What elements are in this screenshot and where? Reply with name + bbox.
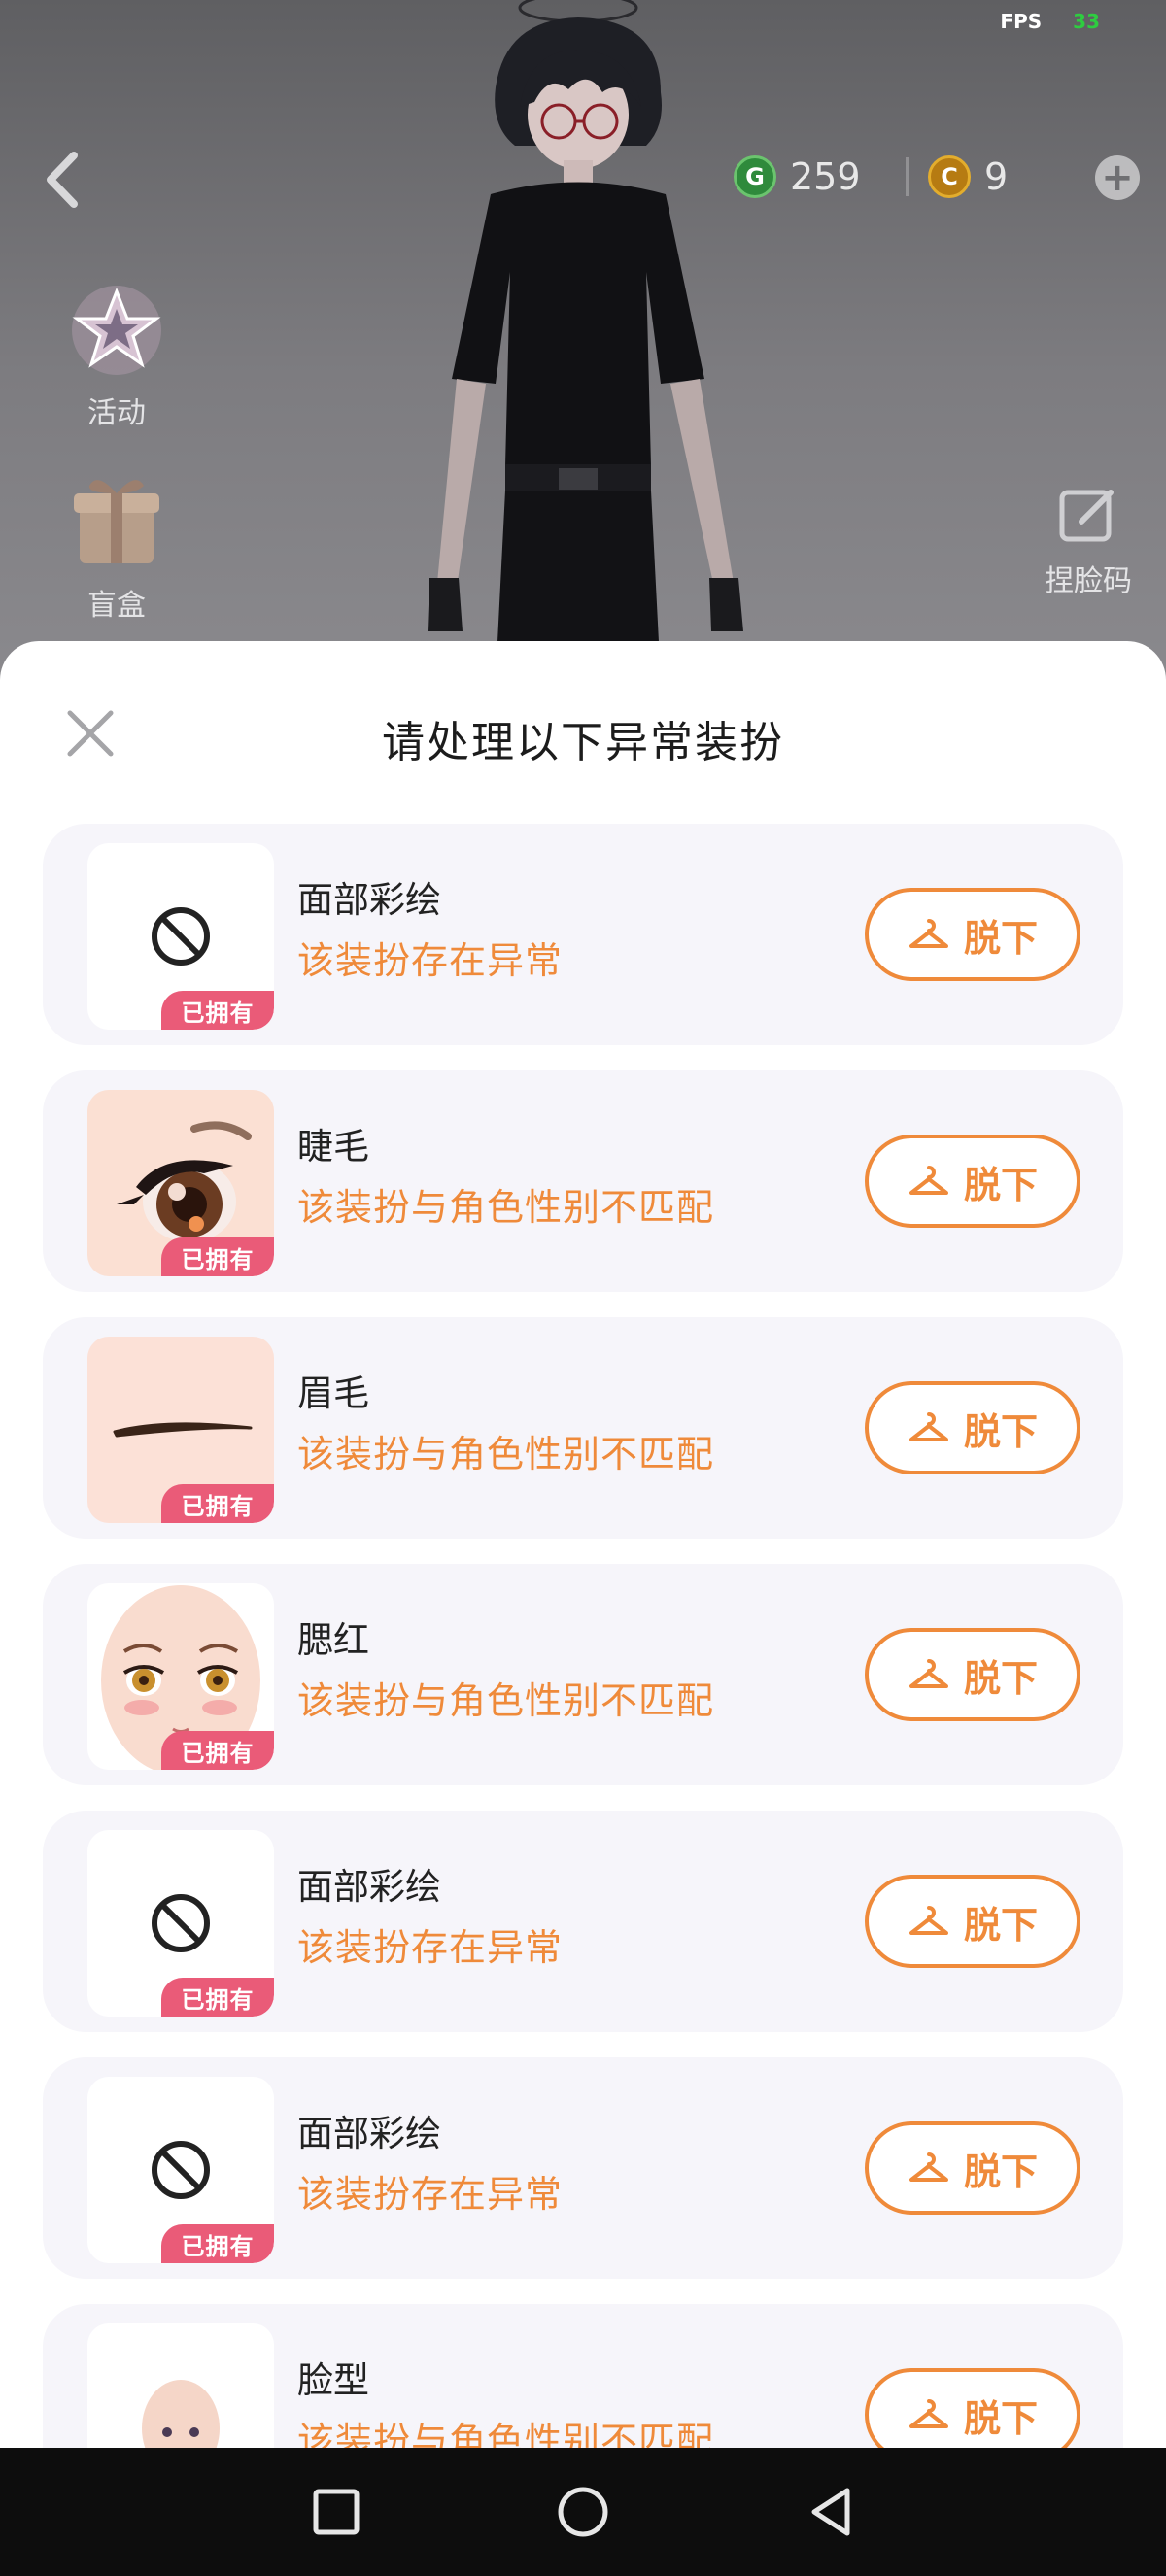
list-item: 已拥有 腮红 该装扮与角色性别不匹配 脱下 <box>43 1564 1123 1785</box>
character-avatar <box>428 0 743 680</box>
face-code-button[interactable]: 捏脸码 <box>1020 481 1156 599</box>
unequip-button[interactable]: 脱下 <box>865 1628 1080 1721</box>
gold-coin-icon: C <box>928 155 971 198</box>
item-reason: 该装扮与角色性别不匹配 <box>297 2420 715 2448</box>
owned-badge: 已拥有 <box>161 2224 274 2263</box>
item-reason: 该装扮存在异常 <box>297 1926 564 1969</box>
currency-divider <box>906 157 909 196</box>
fps-counter: FPS 33 <box>1000 10 1100 33</box>
gold-currency: C 9 <box>928 148 1008 206</box>
item-name: 面部彩绘 <box>297 2113 441 2154</box>
item-name: 睫毛 <box>297 1126 369 1168</box>
item-reason: 该装扮存在异常 <box>297 939 564 982</box>
item-reason: 该装扮与角色性别不匹配 <box>297 1433 715 1475</box>
game-scene: FPS 33 G 259 C 9 + 活动 盲盒 捏脸码 <box>0 0 1166 680</box>
hanger-icon <box>909 2152 948 2182</box>
abnormal-outfit-sheet: 请处理以下异常装扮 已拥有 面部彩绘 该装扮存在异常 脱下 已拥有 睫毛 该装扮… <box>0 641 1166 2448</box>
fps-value: 33 <box>1073 10 1100 33</box>
hanger-icon <box>909 1166 948 1195</box>
gold-currency-amount: 9 <box>984 155 1009 198</box>
item-thumbnail: 已拥有 <box>87 1090 274 1276</box>
item-name: 面部彩绘 <box>297 879 441 921</box>
home-icon[interactable] <box>554 2483 612 2541</box>
back-arrow-icon[interactable] <box>37 146 87 214</box>
back-triangle-icon[interactable] <box>803 2483 861 2541</box>
recent-apps-icon[interactable] <box>307 2483 365 2541</box>
unequip-button[interactable]: 脱下 <box>865 1135 1080 1228</box>
star-icon <box>72 286 161 375</box>
fps-label: FPS <box>1000 10 1043 33</box>
item-thumbnail: 已拥有 <box>87 2077 274 2263</box>
unequip-label: 脱下 <box>963 1409 1038 1453</box>
item-thumbnail: 已拥有 <box>87 843 274 1030</box>
list-item: 已拥有 面部彩绘 该装扮存在异常 脱下 <box>43 2057 1123 2279</box>
owned-badge: 已拥有 <box>161 1484 274 1523</box>
unequip-label: 脱下 <box>963 2396 1038 2440</box>
item-name: 腮红 <box>297 1619 369 1661</box>
outfit-item-list: 已拥有 面部彩绘 该装扮存在异常 脱下 已拥有 睫毛 该装扮与角色性别不匹配 脱… <box>43 824 1123 2448</box>
green-coin-icon: G <box>734 155 776 198</box>
item-reason: 该装扮存在异常 <box>297 2173 564 2216</box>
owned-badge: 已拥有 <box>161 1978 274 2017</box>
item-name: 脸型 <box>297 2359 369 2401</box>
unequip-button[interactable]: 脱下 <box>865 1875 1080 1968</box>
hanger-icon <box>909 919 948 948</box>
unequip-button[interactable]: 脱下 <box>865 1381 1080 1474</box>
blind-box-button[interactable]: 盲盒 <box>53 466 180 624</box>
unequip-label: 脱下 <box>963 916 1038 960</box>
unequip-label: 脱下 <box>963 2150 1038 2193</box>
unequip-button[interactable]: 脱下 <box>865 2121 1080 2215</box>
hanger-icon <box>909 1412 948 1441</box>
item-reason: 该装扮与角色性别不匹配 <box>297 1186 715 1229</box>
edit-icon <box>1059 490 1114 542</box>
owned-badge: 已拥有 <box>161 1731 274 1770</box>
item-name: 眉毛 <box>297 1373 369 1414</box>
item-name: 面部彩绘 <box>297 1866 441 1908</box>
hanger-icon <box>909 1659 948 1688</box>
item-thumbnail: 已拥有 <box>87 1830 274 2017</box>
activity-button[interactable]: 活动 <box>53 274 180 431</box>
unequip-label: 脱下 <box>963 1163 1038 1206</box>
face-shape-thumbnail <box>142 2380 220 2448</box>
unequip-label: 脱下 <box>963 1903 1038 1947</box>
activity-label: 活动 <box>87 396 146 430</box>
unequip-button[interactable]: 脱下 <box>865 888 1080 981</box>
green-currency-amount: 259 <box>790 155 861 198</box>
unequip-label: 脱下 <box>963 1656 1038 1700</box>
owned-badge: 已拥有 <box>161 1237 274 1276</box>
gift-box-icon <box>74 480 159 563</box>
item-reason: 该装扮与角色性别不匹配 <box>297 1679 715 1722</box>
item-thumbnail: 已拥有 <box>87 2323 274 2448</box>
item-thumbnail: 已拥有 <box>87 1583 274 1770</box>
face-code-label: 捏脸码 <box>1045 564 1132 598</box>
item-thumbnail: 已拥有 <box>87 1337 274 1523</box>
list-item: 已拥有 眉毛 该装扮与角色性别不匹配 脱下 <box>43 1317 1123 1539</box>
list-item: 已拥有 脸型 该装扮与角色性别不匹配 脱下 <box>43 2304 1123 2448</box>
list-item: 已拥有 睫毛 该装扮与角色性别不匹配 脱下 <box>43 1070 1123 1292</box>
list-item: 已拥有 面部彩绘 该装扮存在异常 脱下 <box>43 1811 1123 2032</box>
sheet-title: 请处理以下异常装扮 <box>382 718 784 767</box>
blind-box-label: 盲盒 <box>87 589 146 623</box>
system-navigation-bar <box>0 2448 1166 2576</box>
owned-badge: 已拥有 <box>161 991 274 1030</box>
hanger-icon <box>909 2399 948 2428</box>
unequip-button[interactable]: 脱下 <box>865 2368 1080 2448</box>
green-currency: G 259 <box>734 148 861 206</box>
list-item: 已拥有 面部彩绘 该装扮存在异常 脱下 <box>43 824 1123 1045</box>
hanger-icon <box>909 1906 948 1935</box>
add-currency-button[interactable]: + <box>1095 155 1140 200</box>
